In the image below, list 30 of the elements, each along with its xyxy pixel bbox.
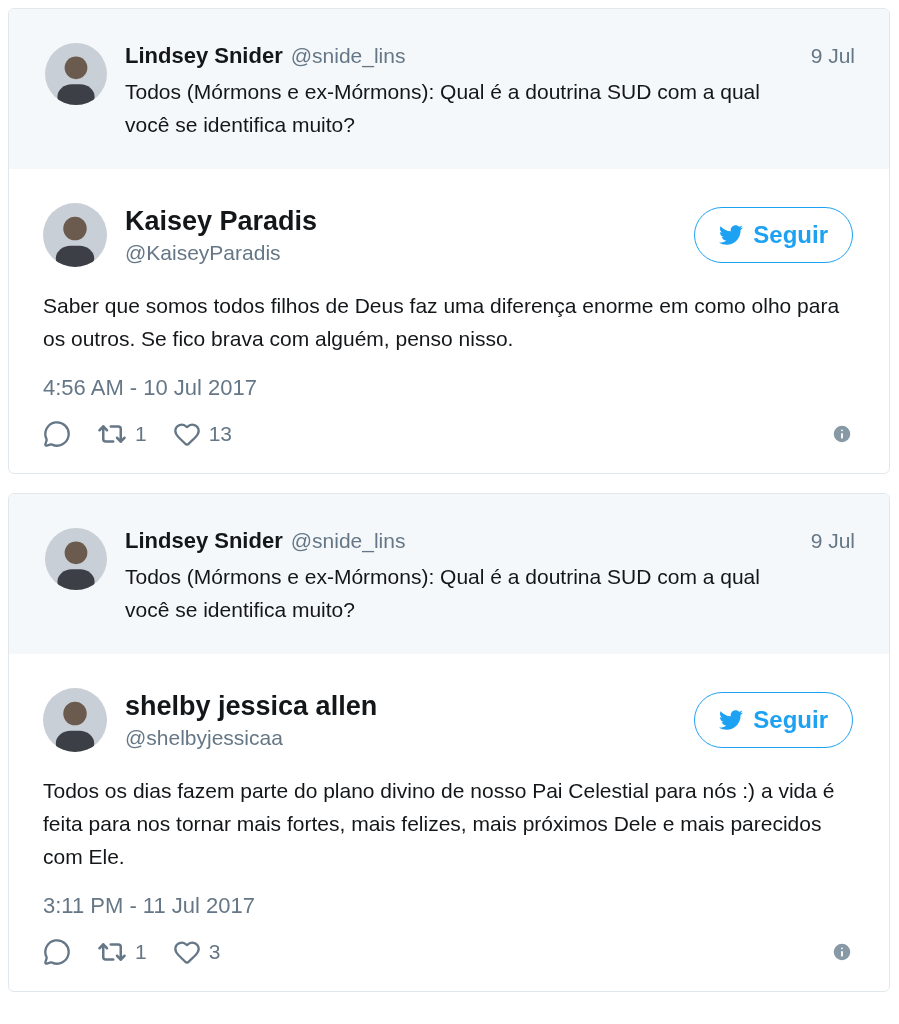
- author-handle: @snide_lins: [290, 529, 406, 553]
- tweet-text: Todos os dias fazem parte do plano divino de nosso Pai Celestial para nós :) a vida é feita para nos tornar mais fortes, mais felizes, mais próximos Dele e mais parecidos com Ele.: [43, 778, 836, 870]
- author-name: Lindsey Snider: [125, 528, 283, 554]
- tweet-timestamp: 4:56 AM - 10 Jul 2017: [43, 375, 259, 401]
- tweet-text: Todos (Mórmons e ex-Mórmons): Qual é a doutrina SUD com a qual você se identifica muito?: [125, 564, 761, 623]
- bird-icon: [719, 708, 744, 732]
- author-handle: @KaiseyParadis: [125, 240, 282, 265]
- tweet-date: 9 Jul: [810, 44, 855, 68]
- author-handle: @snide_lins: [290, 44, 406, 68]
- follow-button[interactable]: Seguir: [694, 692, 853, 748]
- author-name: Lindsey Snider: [125, 43, 283, 69]
- info-icon[interactable]: [831, 423, 853, 445]
- follow-button[interactable]: Seguir: [694, 207, 853, 263]
- retweet-count: 1: [135, 940, 147, 964]
- tweet-timestamp: 3:11 PM - 11 Jul 2017: [43, 893, 256, 919]
- tweet-text: Saber que somos todos filhos de Deus faz uma diferença enorme em como olho para os outros. Se fico brava com alguém, penso nisso.: [43, 293, 841, 352]
- bird-icon: [719, 223, 744, 247]
- info-icon[interactable]: [831, 941, 853, 963]
- author-name: Kaisey Paradis: [125, 205, 319, 237]
- retweet-count: 1: [135, 422, 147, 446]
- reply-icon[interactable]: [43, 420, 71, 448]
- like-count: 13: [208, 422, 233, 446]
- author-handle: @shelbyjessicaa: [125, 725, 284, 750]
- like-icon[interactable]: [172, 938, 201, 966]
- like-icon[interactable]: [172, 420, 201, 448]
- like-count: 3: [208, 940, 221, 964]
- tweet-text: Todos (Mórmons e ex-Mórmons): Qual é a doutrina SUD com a qual você se identifica muito?: [125, 79, 761, 138]
- author-name: shelby jessica allen: [125, 690, 379, 722]
- tweet-date: 9 Jul: [810, 529, 855, 553]
- reply-icon[interactable]: [43, 938, 71, 966]
